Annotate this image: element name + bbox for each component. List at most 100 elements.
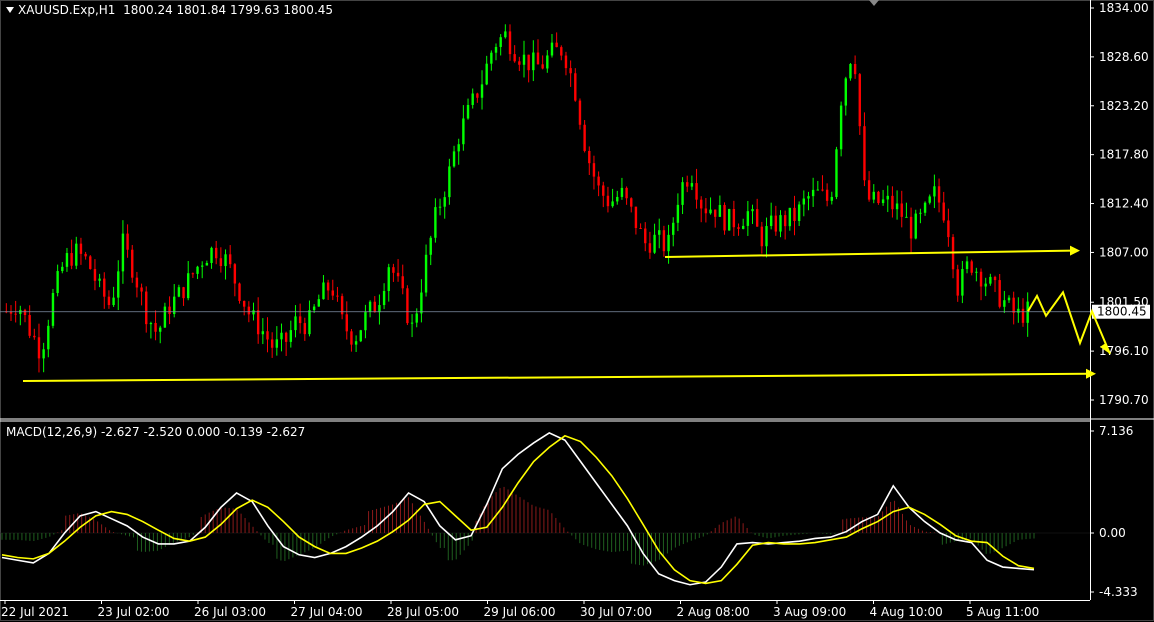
candle-body: [410, 322, 414, 324]
time-tick-label: 27 Jul 04:00: [291, 605, 363, 619]
candle-body: [485, 63, 488, 85]
candle-body: [844, 78, 847, 106]
candle-body: [867, 180, 871, 200]
candle-body: [201, 265, 204, 267]
candle-body: [210, 247, 213, 263]
price-tick-label: 1790.70: [1099, 393, 1149, 407]
candle-body: [970, 261, 973, 273]
candle-body: [112, 297, 115, 306]
candle-body: [177, 287, 181, 297]
candle-body: [914, 213, 917, 239]
candle-body: [275, 339, 279, 348]
macd-histogram: [1, 486, 1035, 566]
candle-body: [490, 52, 493, 64]
support-trendline: [22, 372, 1089, 382]
time-tick-label: 3 Aug 09:00: [773, 605, 846, 619]
macd-tick-label: 7.136: [1099, 424, 1133, 438]
candle-body: [270, 339, 274, 348]
candle-body: [424, 254, 428, 293]
candle-body: [905, 216, 908, 218]
candle-body: [266, 331, 269, 340]
candle-body: [47, 325, 50, 350]
candle-body: [998, 280, 1001, 307]
candle-body: [196, 266, 199, 274]
candle-body: [602, 185, 605, 196]
current-price-label: 1800.45: [1097, 305, 1147, 319]
price-chart-canvas[interactable]: 1834.00 1828.60 1823.20 1817.80 1812.40 1807.…: [0, 0, 1154, 622]
candle-body: [471, 93, 474, 105]
candle-body: [769, 215, 773, 227]
candle-body: [51, 292, 55, 326]
candle-body: [56, 271, 59, 293]
candle-body: [513, 54, 516, 62]
candle-body: [695, 183, 698, 200]
candle-body: [214, 247, 218, 259]
candle-body: [993, 276, 997, 281]
candle-body: [574, 73, 577, 101]
candle-body: [1017, 308, 1020, 313]
candle-body: [308, 310, 311, 335]
candle-body: [93, 268, 97, 281]
candle-body: [933, 186, 936, 197]
candle-body: [1026, 301, 1029, 323]
candle-body: [732, 209, 736, 228]
candle-body: [704, 208, 708, 214]
time-tick-label: 4 Aug 10:00: [870, 605, 943, 619]
candle-body: [145, 291, 148, 325]
candle-body: [345, 314, 348, 332]
candle-body: [37, 337, 41, 359]
candle-body: [373, 301, 376, 313]
candle-body: [555, 42, 558, 48]
candle-body: [886, 195, 889, 200]
candle-body: [900, 203, 903, 217]
candle-body: [541, 64, 544, 69]
candle-body: [979, 271, 983, 287]
candle-body: [443, 197, 446, 207]
macd-line: [1, 432, 1035, 586]
price-tick-label: 1828.60: [1099, 50, 1149, 64]
candle-body: [159, 327, 162, 332]
candle-body: [1007, 297, 1011, 301]
candle-body: [499, 37, 502, 47]
candle-body: [793, 207, 796, 221]
candle-body: [779, 215, 782, 232]
candle-body: [965, 261, 969, 270]
candle-body: [350, 331, 353, 345]
candle-body: [919, 212, 922, 214]
candle-body: [452, 151, 456, 167]
candle-body: [760, 226, 764, 247]
candle-body: [811, 189, 815, 197]
candle-body: [578, 100, 582, 125]
candle-body: [634, 206, 638, 229]
candle-body: [23, 309, 27, 316]
candle-body: [420, 292, 423, 314]
candle-body: [989, 276, 992, 284]
macd-tick-label: -4.333: [1099, 585, 1138, 599]
annotations-group: [22, 245, 1111, 382]
candle-body: [681, 182, 684, 205]
candle-body: [504, 31, 507, 38]
candle-body: [438, 206, 442, 208]
price-tick-label: 1812.40: [1099, 197, 1149, 211]
candle-body: [1021, 308, 1025, 323]
forecast-zigzag: [1027, 290, 1111, 355]
candle-body: [1012, 297, 1015, 313]
candle-body: [560, 47, 563, 56]
price-tick-label: 1823.20: [1099, 99, 1149, 113]
candle-body: [872, 191, 875, 200]
candle-body: [364, 311, 367, 331]
candle-body: [788, 207, 792, 227]
candle-body: [802, 198, 806, 205]
candle-body: [648, 243, 652, 253]
candle-body: [863, 126, 866, 181]
price-tick-label: 1834.00: [1099, 1, 1149, 15]
candle-body: [331, 290, 334, 296]
candle-body: [326, 282, 330, 291]
macd-tick-label: 0.00: [1099, 526, 1126, 540]
candle-body: [797, 204, 801, 221]
candle-body: [242, 300, 246, 307]
candle-body: [947, 220, 950, 238]
candle-body: [415, 313, 418, 323]
candle-body: [620, 187, 624, 197]
candle-body: [737, 227, 740, 229]
